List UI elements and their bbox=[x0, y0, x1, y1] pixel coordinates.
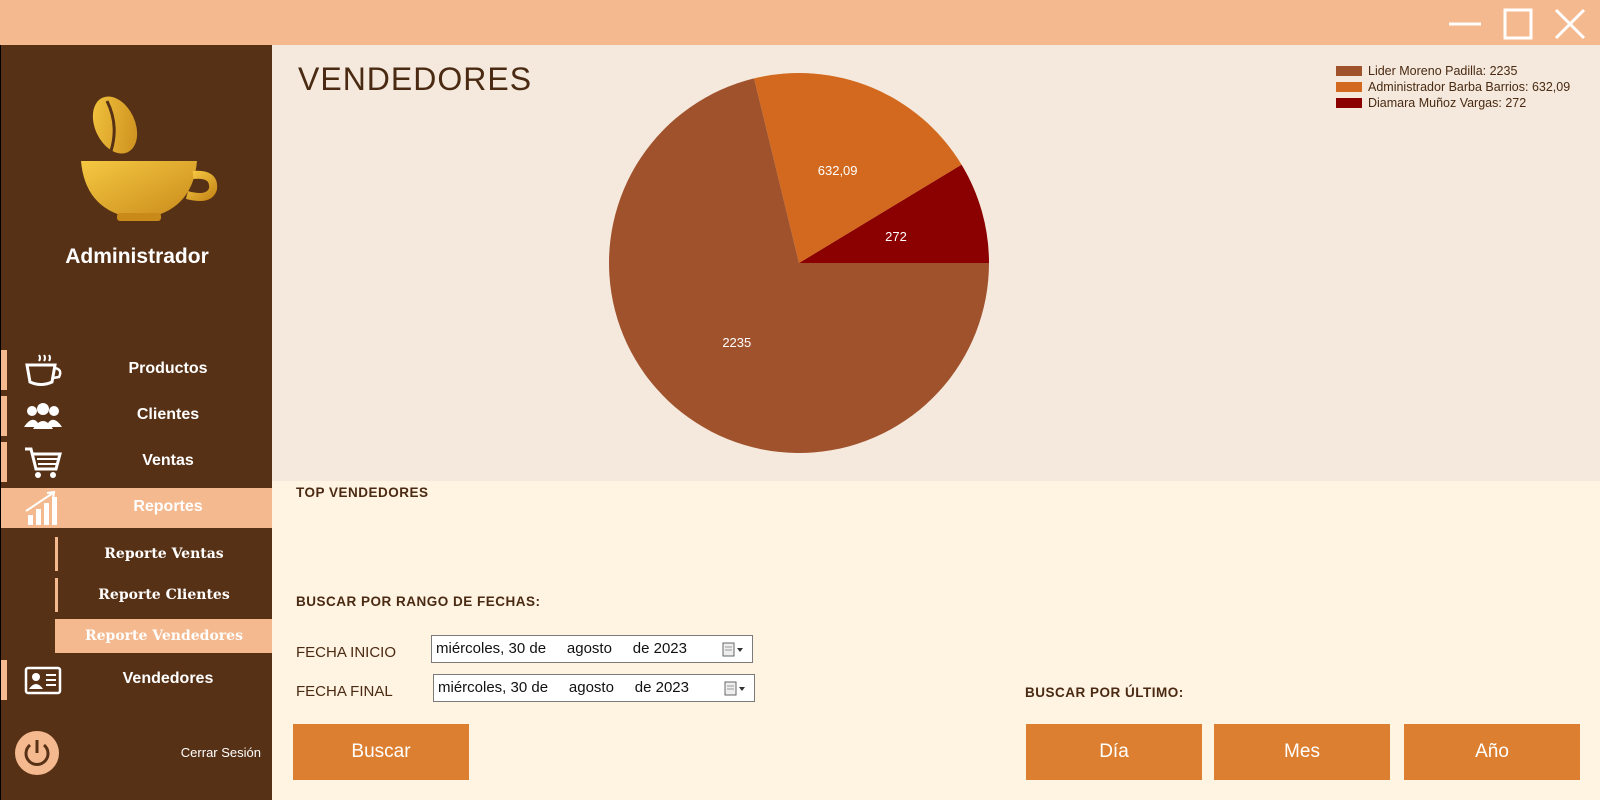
sidebar-subitem-reporte-clientes[interactable]: Reporte Clientes bbox=[55, 578, 273, 612]
legend-item: Lider Moreno Padilla: 2235 bbox=[1336, 65, 1576, 77]
sidebar-item-reportes[interactable]: Reportes bbox=[1, 488, 273, 528]
legend-label: Lider Moreno Padilla: 2235 bbox=[1368, 64, 1518, 78]
day-button[interactable]: Día bbox=[1026, 724, 1202, 780]
pie-chart: 272 632,09 2235 bbox=[609, 73, 989, 453]
month-button[interactable]: Mes bbox=[1214, 724, 1390, 780]
pie-slice-label: 2235 bbox=[722, 335, 751, 350]
legend-swatch bbox=[1336, 82, 1362, 92]
legend-item: Administrador Barba Barrios: 632,09 bbox=[1336, 81, 1576, 93]
sidebar-item-clientes[interactable]: Clientes bbox=[1, 396, 273, 436]
chart-legend: Lider Moreno Padilla: 2235 Administrador … bbox=[1336, 65, 1576, 113]
sidebar-item-productos[interactable]: Productos bbox=[1, 350, 273, 390]
pie-slice-label: 272 bbox=[885, 229, 907, 244]
maximize-icon[interactable] bbox=[1500, 6, 1536, 42]
search-by-last-label: BUSCAR POR ÚLTIMO: bbox=[1025, 685, 1184, 700]
nav-indicator bbox=[1, 396, 7, 436]
start-date-picker[interactable]: miércoles, 30 de agosto de 2023 bbox=[431, 635, 753, 663]
calendar-dropdown-icon bbox=[724, 681, 748, 697]
chart-icon bbox=[23, 490, 63, 525]
top-sellers-label: TOP VENDEDORES bbox=[296, 485, 429, 500]
search-button[interactable]: Buscar bbox=[293, 724, 469, 780]
nav-indicator bbox=[1, 350, 7, 390]
legend-swatch bbox=[1336, 98, 1362, 108]
window-title-bar bbox=[0, 0, 1600, 45]
sidebar-item-vendedores[interactable]: Vendedores bbox=[1, 660, 273, 700]
sidebar-subitem-label: Reporte Clientes bbox=[98, 587, 230, 603]
minimize-icon[interactable] bbox=[1447, 6, 1483, 42]
sidebar-item-label: Vendedores bbox=[122, 670, 214, 687]
sidebar-item-label: Productos bbox=[128, 360, 208, 377]
chart-panel: VENDEDORES 272 632,09 2235 Lider Moreno Pa… bbox=[272, 45, 1600, 481]
date-range-label: BUSCAR POR RANGO DE FECHAS: bbox=[296, 594, 541, 609]
legend-item: Diamara Muñoz Vargas: 272 bbox=[1336, 97, 1576, 109]
year-button[interactable]: Año bbox=[1404, 724, 1580, 780]
start-date-value: miércoles, 30 de agosto de 2023 bbox=[436, 640, 687, 657]
coffee-cup-icon bbox=[23, 353, 63, 387]
users-icon bbox=[23, 399, 63, 433]
sidebar-item-label: Clientes bbox=[136, 406, 200, 423]
shopping-cart-icon bbox=[23, 445, 63, 479]
end-date-picker[interactable]: miércoles, 30 de agosto de 2023 bbox=[433, 674, 755, 702]
logout-link[interactable]: Cerrar Sesión bbox=[151, 745, 261, 760]
sidebar-item-label: Ventas bbox=[142, 452, 194, 469]
sidebar-subitem-reporte-ventas[interactable]: Reporte Ventas bbox=[55, 537, 273, 571]
sidebar-item-label: Reportes bbox=[133, 498, 203, 515]
sidebar: Administrador Productos Clientes Ventas … bbox=[0, 45, 273, 800]
power-icon[interactable] bbox=[15, 731, 59, 775]
id-card-icon bbox=[23, 663, 63, 697]
end-date-value: miércoles, 30 de agosto de 2023 bbox=[438, 679, 689, 696]
legend-label: Diamara Muñoz Vargas: 272 bbox=[1368, 96, 1527, 110]
nav-indicator bbox=[1, 442, 7, 482]
filter-panel: TOP VENDEDORES BUSCAR POR RANGO DE FECHA… bbox=[272, 481, 1600, 800]
pie-slice-label: 632,09 bbox=[818, 163, 858, 178]
legend-swatch bbox=[1336, 66, 1362, 76]
sidebar-item-ventas[interactable]: Ventas bbox=[1, 442, 273, 482]
start-date-label: FECHA INICIO bbox=[296, 644, 397, 661]
sidebar-subitem-label: Reporte Vendedores bbox=[85, 628, 243, 644]
sidebar-subitem-reporte-vendedores[interactable]: Reporte Vendedores bbox=[55, 619, 273, 653]
nav-indicator bbox=[1, 660, 7, 700]
close-icon[interactable] bbox=[1552, 6, 1588, 42]
coffee-logo-icon bbox=[77, 95, 221, 225]
calendar-dropdown-icon bbox=[722, 642, 746, 658]
sidebar-subitem-label: Reporte Ventas bbox=[104, 546, 224, 562]
role-title: Administrador bbox=[65, 245, 209, 268]
end-date-label: FECHA FINAL bbox=[296, 683, 393, 700]
legend-label: Administrador Barba Barrios: 632,09 bbox=[1368, 80, 1571, 94]
